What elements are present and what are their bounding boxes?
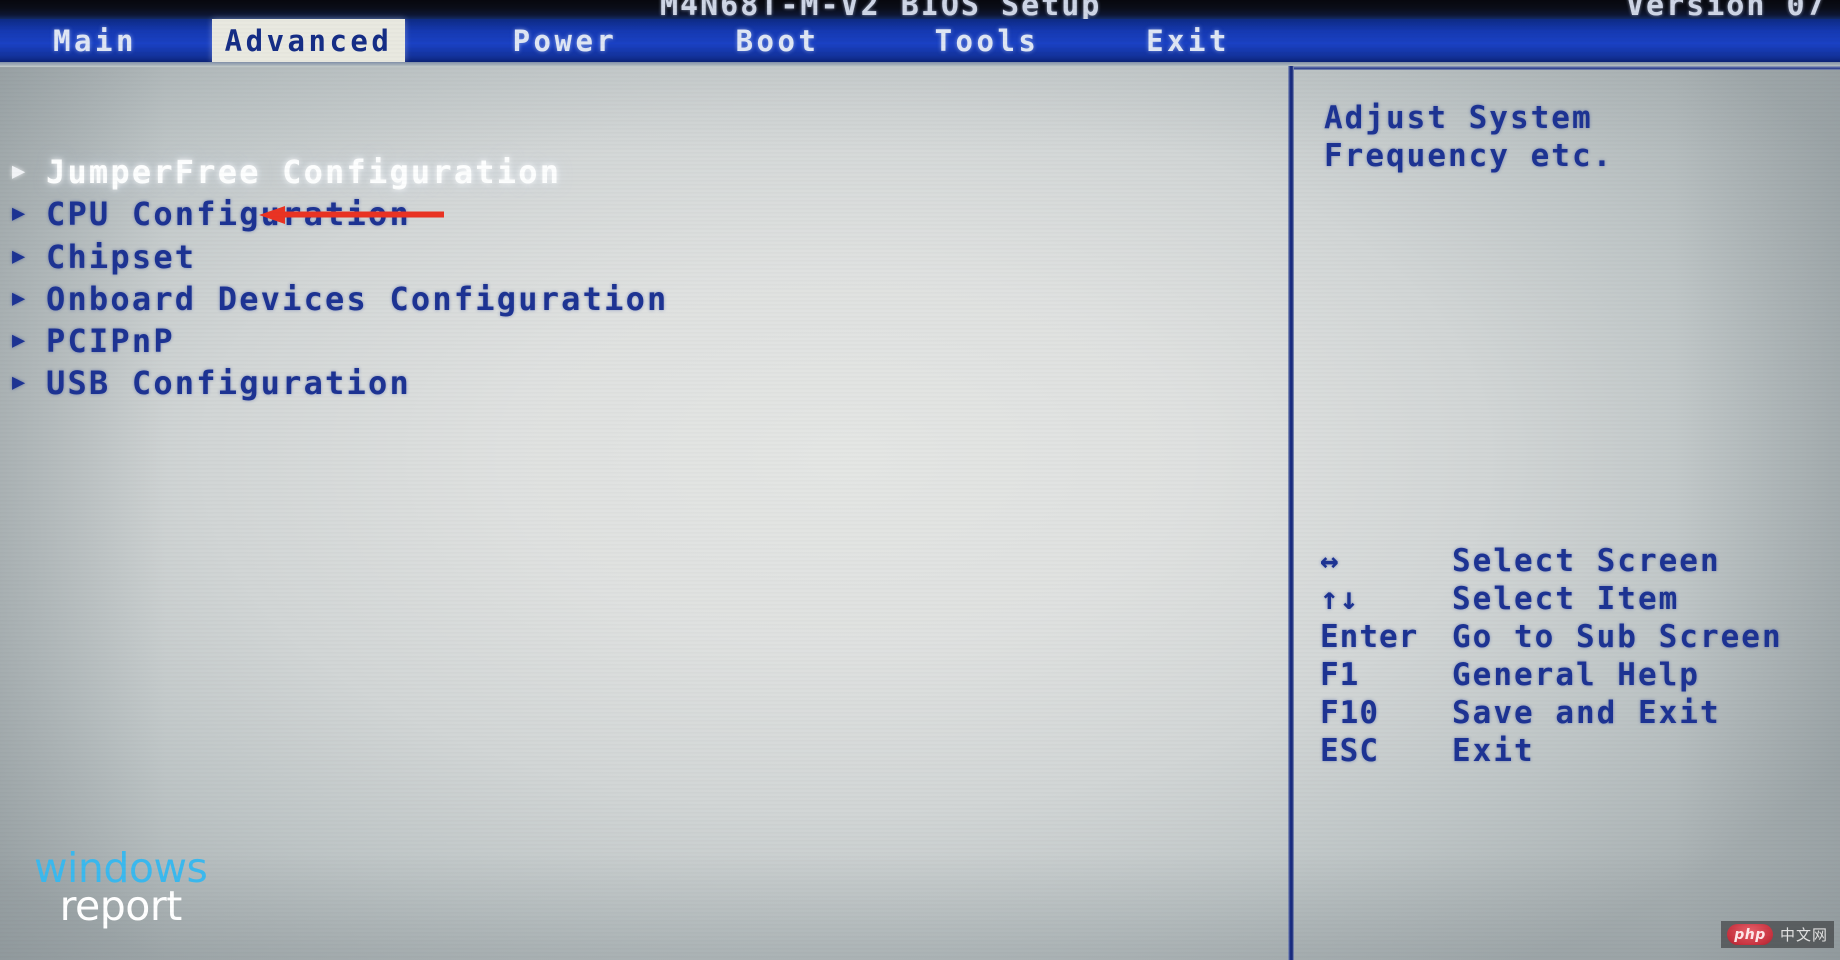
key-legend-row: F1 General Help [1320,656,1700,694]
menu-item-usb-configuration[interactable]: ▶ USB Configuration [12,363,411,403]
submenu-triangle-icon: ▶ [12,286,26,311]
key-legend-row: ESC Exit [1320,732,1535,770]
bios-title-text: M4N68T-M-V2 BIOS Setup [660,0,1102,19]
help-description-line: Frequency etc. [1324,138,1614,174]
key-legend-key: ESC [1320,733,1379,769]
key-legend-key: Enter [1320,619,1419,655]
key-legend-row: Enter Go to Sub Screen [1320,618,1783,656]
menu-item-label: USB Configuration [46,364,411,402]
menu-item-chipset[interactable]: ▶ Chipset [12,237,196,277]
key-legend-key: ↔ [1320,543,1340,579]
help-description-line: Adjust System [1324,100,1593,136]
key-legend-key: F10 [1320,695,1379,731]
tab-exit[interactable]: Exit [1128,19,1248,62]
key-legend-description: General Help [1452,657,1700,693]
menu-bar: Main Advanced Power Boot Tools Exit [0,19,1840,67]
tab-power[interactable]: Power [490,19,640,62]
submenu-triangle-icon: ▶ [12,328,26,353]
php-cn-text: 中文网 [1779,926,1828,944]
windows-report-watermark: windows report [34,848,208,931]
bios-title-bar: M4N68T-M-V2 BIOS Setup Version 07 [0,0,1840,19]
menu-item-label: PCIPnP [46,322,175,360]
bios-version-text: Version 07 [1626,0,1827,19]
tab-main[interactable]: Main [20,19,170,62]
menu-item-label: Onboard Devices Configuration [46,280,669,318]
menu-item-label: Chipset [46,238,197,276]
tab-tools[interactable]: Tools [912,19,1062,62]
menu-item-onboard-devices-configuration[interactable]: ▶ Onboard Devices Configuration [12,279,669,319]
tab-boot[interactable]: Boot [715,19,840,62]
key-legend-row: ↔ Select Screen [1320,542,1721,580]
php-logo-icon: php [1726,924,1773,945]
key-legend-description: Save and Exit [1452,695,1721,731]
menu-item-label: JumperFree Configuration [46,153,562,191]
menu-item-jumperfree-configuration[interactable]: ▶ JumperFree Configuration [12,152,561,192]
key-legend-description: Go to Sub Screen [1452,619,1783,655]
submenu-triangle-icon: ▶ [12,244,26,269]
key-legend-description: Select Item [1452,581,1680,617]
key-legend-description: Exit [1452,733,1535,769]
main-menu-panel: ▶ JumperFree Configuration ▶ CPU Configurat… [0,62,1288,960]
key-legend-row: ↑↓ Select Item [1320,580,1679,618]
watermark-line-report: report [59,882,183,931]
key-legend-row: F10 Save and Exit [1320,694,1721,732]
key-legend-key: ↑↓ [1320,581,1360,617]
submenu-triangle-icon: ▶ [12,201,26,226]
tab-advanced[interactable]: Advanced [212,19,405,62]
php-cn-watermark: php 中文网 [1720,921,1834,948]
key-legend-key: F1 [1320,657,1360,693]
bios-setup-screen: M4N68T-M-V2 BIOS Setup Version 07 Main Ad… [0,0,1840,960]
menu-item-cpu-configuration[interactable]: ▶ CPU Configuration [12,194,411,234]
menu-item-label: CPU Configuration [46,195,411,233]
key-legend-description: Select Screen [1452,543,1721,579]
submenu-triangle-icon: ▶ [12,159,26,184]
menu-item-pcipnp[interactable]: ▶ PCIPnP [12,321,175,361]
help-panel: Adjust System Frequency etc. ↔ Select Scree… [1294,70,1840,960]
submenu-triangle-icon: ▶ [12,370,26,395]
